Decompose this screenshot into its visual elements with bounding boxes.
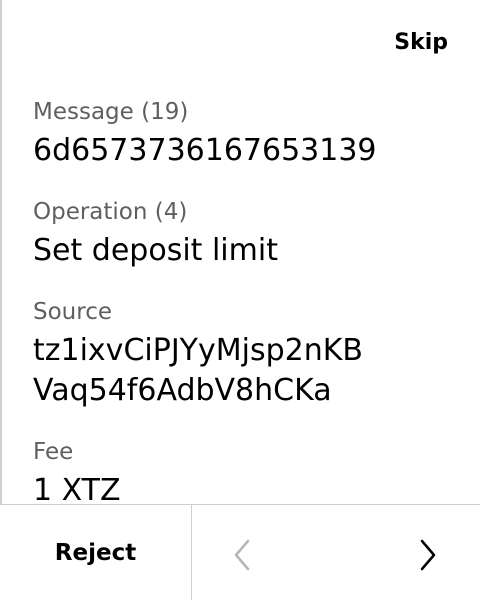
field-value: tz1ixvCiPJYyMjsp2nKB Vaq54f6AdbV8hCKa [33, 333, 363, 408]
skip-button[interactable]: Skip [394, 30, 448, 55]
chevron-right-icon [420, 539, 436, 571]
header: Skip [0, 0, 480, 96]
field-value: Set deposit limit [33, 233, 278, 268]
field-fee: Fee 1 XTZ [33, 436, 473, 504]
field-value: 1 XTZ [33, 473, 121, 504]
next-page-button[interactable] [408, 535, 448, 575]
reject-button[interactable]: Reject [0, 505, 192, 600]
review-content[interactable]: Message (19) 6d6573736167653139 Operatio… [33, 96, 473, 504]
field-label: Source [33, 299, 112, 325]
field-source: Source tz1ixvCiPJYyMjsp2nKB Vaq54f6AdbV8… [33, 296, 473, 411]
field-label: Operation (4) [33, 199, 188, 225]
footer-bar: Reject [0, 504, 480, 600]
field-value: 6d6573736167653139 [33, 133, 377, 168]
field-operation: Operation (4) Set deposit limit [33, 196, 473, 271]
chevron-left-icon [234, 539, 250, 571]
previous-page-button[interactable] [222, 535, 262, 575]
field-label: Fee [33, 439, 74, 465]
field-message: Message (19) 6d6573736167653139 [33, 96, 473, 171]
field-label: Message (19) [33, 99, 189, 125]
